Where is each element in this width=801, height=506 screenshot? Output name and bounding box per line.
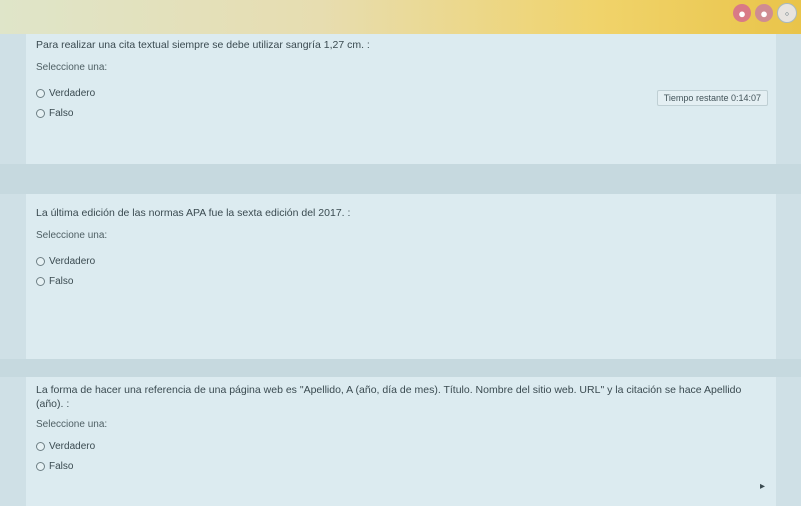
question-3: La forma de hacer una referencia de una …: [26, 377, 776, 506]
option-label: Verdadero: [49, 255, 96, 267]
option-label: Falso: [49, 460, 74, 472]
top-bar: ● ● ◦: [0, 0, 801, 34]
user-icon[interactable]: ●: [733, 4, 751, 22]
question-3-option-false[interactable]: Falso: [36, 456, 766, 476]
question-3-prompt: Seleccione una:: [36, 419, 108, 430]
radio-button[interactable]: [36, 441, 45, 451]
question-3-option-true[interactable]: Verdadero: [36, 436, 766, 456]
radio-button[interactable]: [36, 108, 45, 118]
question-1-prompt: Seleccione una:: [36, 62, 108, 73]
radio-button[interactable]: [36, 256, 45, 266]
option-label: Falso: [49, 275, 74, 287]
option-label: Verdadero: [49, 87, 96, 99]
radio-button[interactable]: [36, 276, 45, 286]
question-2-option-false[interactable]: Falso: [36, 271, 766, 291]
question-2-text: La última edición de las normas APA fue …: [36, 207, 351, 219]
radio-button[interactable]: [36, 461, 45, 471]
top-icons: ● ● ◦: [733, 3, 797, 23]
time-remaining-badge: Tiempo restante 0:14:07: [656, 90, 768, 106]
question-2-option-true[interactable]: Verdadero: [36, 251, 766, 271]
question-3-text: La forma de hacer una referencia de una …: [36, 384, 742, 410]
option-label: Falso: [49, 107, 74, 119]
settings-icon[interactable]: ◦: [777, 3, 797, 23]
divider: [0, 359, 801, 377]
question-1-text: Para realizar una cita textual siempre s…: [36, 39, 370, 51]
divider: [0, 164, 801, 194]
question-2: La última edición de las normas APA fue …: [26, 194, 776, 359]
question-2-prompt: Seleccione una:: [36, 230, 108, 241]
question-1-option-false[interactable]: Falso: [36, 103, 766, 123]
people-icon[interactable]: ●: [755, 4, 773, 22]
option-label: Verdadero: [49, 440, 96, 452]
radio-button[interactable]: [36, 88, 45, 98]
question-1: Para realizar una cita textual siempre s…: [26, 34, 776, 164]
mouse-cursor-icon: ▸: [759, 481, 765, 492]
